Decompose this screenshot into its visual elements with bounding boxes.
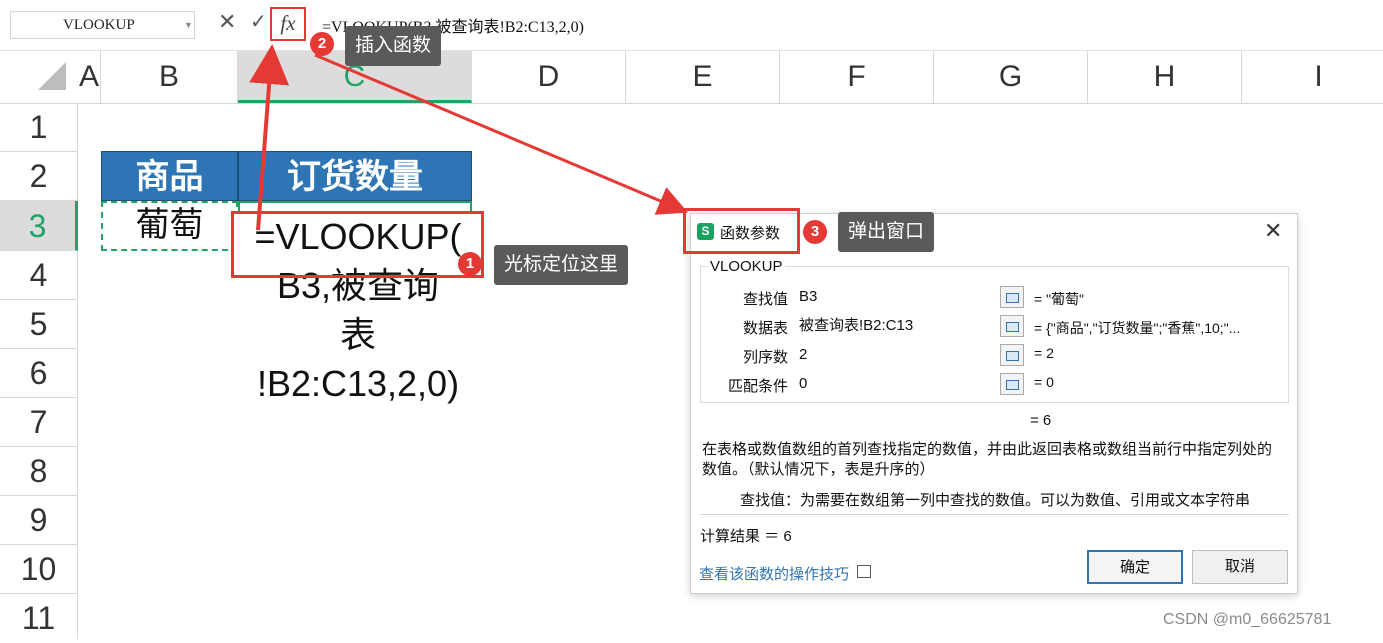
param-label-table: 数据表 xyxy=(742,320,788,337)
function-name-label: VLOOKUP xyxy=(708,258,785,275)
formula-result: = 6 xyxy=(1030,412,1052,429)
param-result-col-index: = 2 xyxy=(1034,345,1054,361)
param-description: 查找值：为需要在数组第一列中查找的数值。可以为数值、引用或文本字符串 xyxy=(740,492,1251,509)
watermark: CSDN @m0_66625781 xyxy=(1163,611,1332,628)
close-icon[interactable]: ✕ xyxy=(1264,218,1282,244)
callout-badge-1: 1 xyxy=(458,252,482,276)
video-icon[interactable] xyxy=(857,565,871,578)
param-label-match: 匹配条件 xyxy=(727,378,788,395)
highlight-box-dialog xyxy=(683,208,800,254)
arrow-to-dialog xyxy=(314,53,689,215)
function-description: 在表格或数值数组的首列查找指定的数值，并由此返回表格或数组当前行中指定列处的数值… xyxy=(702,441,1273,478)
param-input-lookup[interactable]: B3 xyxy=(795,285,995,309)
calc-result: 计算结果 ＝ 6 xyxy=(700,528,792,545)
ok-button[interactable]: 确定 xyxy=(1087,550,1183,584)
callout-tooltip-2: 插入函数 xyxy=(345,26,442,66)
help-link[interactable]: 查看该函数的操作技巧 xyxy=(699,563,849,584)
param-input-match[interactable]: 0 xyxy=(795,372,995,396)
divider xyxy=(700,514,1289,515)
param-label-lookup: 查找值 xyxy=(742,291,788,308)
param-input-table[interactable]: 被查询表!B2:C13 xyxy=(795,314,995,338)
param-input-col-index[interactable]: 2 xyxy=(795,343,995,367)
callout-tooltip-3: 弹出窗口 xyxy=(838,212,935,252)
arrow-to-fx xyxy=(249,44,290,231)
callout-badge-3: 3 xyxy=(803,220,827,244)
callout-badge-2: 2 xyxy=(310,32,334,56)
cancel-button[interactable]: 取消 xyxy=(1192,550,1288,584)
callout-tooltip-1: 光标定位这里 xyxy=(494,245,629,285)
param-result-match: = 0 xyxy=(1034,374,1054,390)
param-result-table: = {"商品","订货数量";"香蕉",10;"... xyxy=(1034,320,1241,336)
param-result-lookup: = "葡萄" xyxy=(1034,291,1085,307)
ref-select-icon[interactable] xyxy=(1000,373,1024,395)
ref-select-icon[interactable] xyxy=(1000,344,1024,366)
param-label-col-index: 列序数 xyxy=(742,349,788,366)
ref-select-icon[interactable] xyxy=(1000,286,1024,308)
ref-select-icon[interactable] xyxy=(1000,315,1024,337)
